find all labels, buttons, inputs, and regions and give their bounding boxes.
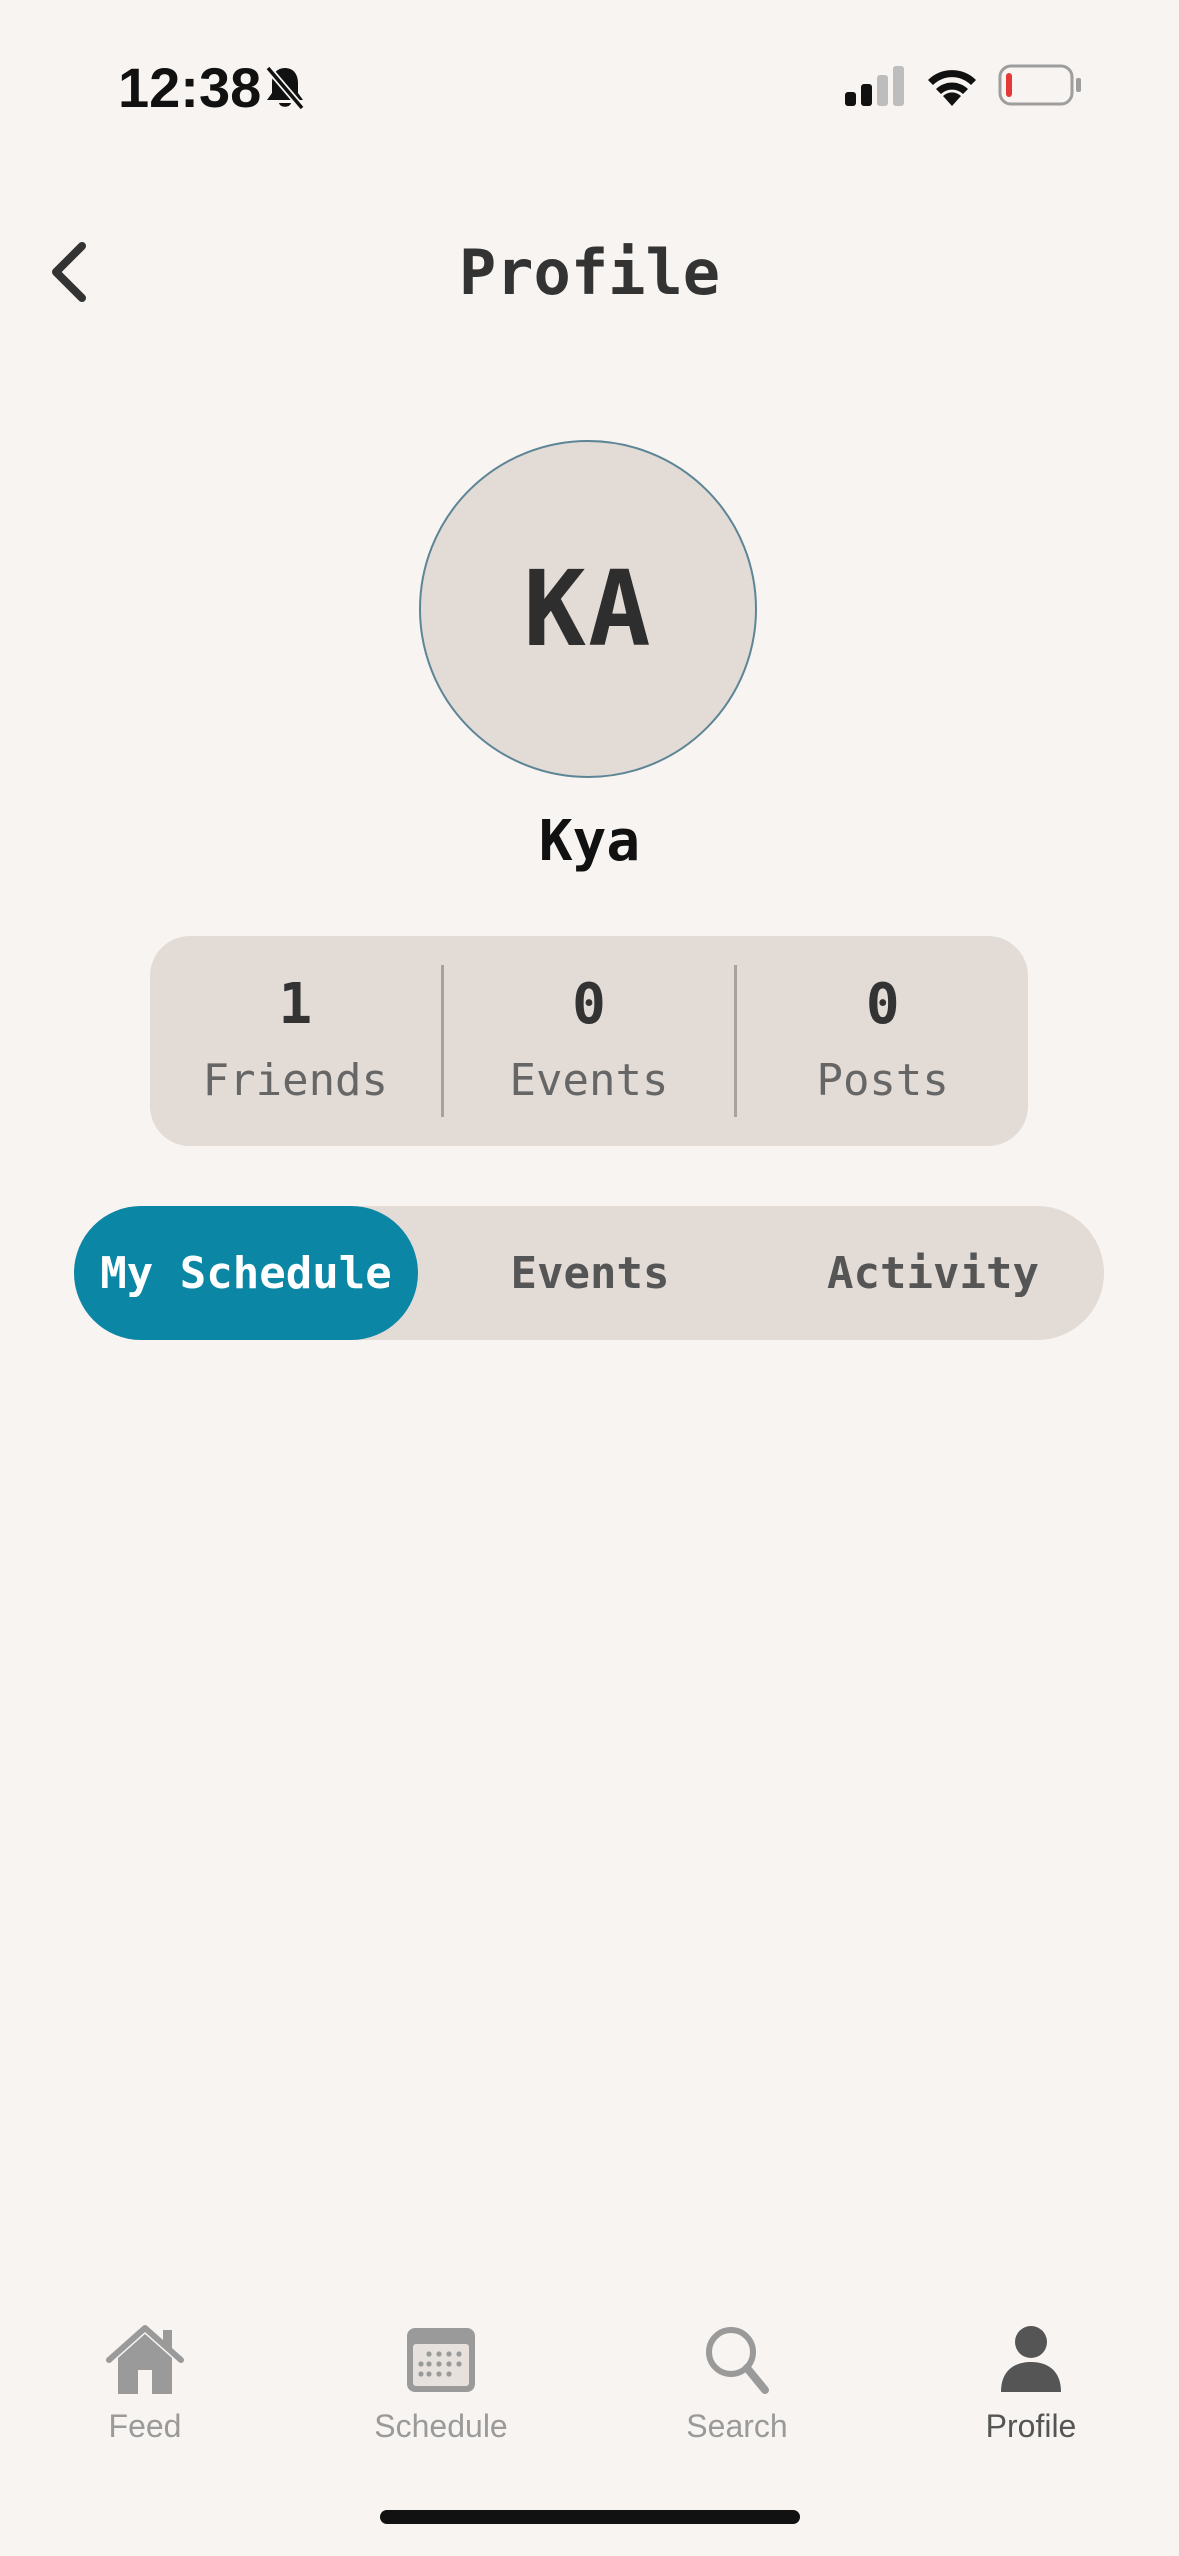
profile-screen: 12:38 Profile KA Kya 1 Friends 0 Events … [0,0,1179,2556]
avatar: KA [419,440,757,778]
bell-slash-icon [265,65,305,111]
nav-label: Profile [985,2408,1077,2444]
search-icon [706,2327,769,2394]
home-indicator [380,2510,800,2524]
nav-label: Search [686,2408,788,2444]
stat-label: Friends [202,1055,389,1106]
stat-value: 1 [278,972,313,1037]
status-time: 12:38 [118,56,262,119]
nav-item-feed[interactable]: Feed [25,2320,265,2446]
tab-activity[interactable]: Activity [762,1206,1104,1340]
tab-my-schedule[interactable]: My Schedule [74,1206,418,1340]
profile-name: Kya [538,809,641,874]
avatar-initials: KA [523,548,653,670]
cellular-signal-icon [845,66,904,106]
stat-events[interactable]: 0 Events [444,936,735,1146]
home-icon [106,2325,184,2394]
stat-posts[interactable]: 0 Posts [737,936,1028,1146]
battery-low-icon [998,64,1081,106]
stat-label: Events [509,1055,669,1106]
profile-tabs: My Schedule Events Activity [74,1206,1104,1340]
nav-item-search[interactable]: Search [617,2320,857,2446]
stat-value: 0 [865,972,900,1037]
nav-label: Schedule [374,2408,508,2444]
tab-events[interactable]: Events [418,1206,762,1340]
calendar-icon [407,2328,475,2392]
stat-friends[interactable]: 1 Friends [150,936,441,1146]
page-title: Profile [458,236,721,309]
stat-label: Posts [816,1055,949,1106]
bottom-nav: Feed Schedule Search Profile [0,2300,1179,2460]
person-icon [1001,2326,1061,2392]
wifi-icon [928,70,976,106]
nav-item-profile[interactable]: Profile [911,2320,1151,2446]
stat-value: 0 [572,972,606,1037]
stats-card: 1 Friends 0 Events 0 Posts [150,936,1028,1146]
nav-label: Feed [108,2408,182,2444]
nav-item-schedule[interactable]: Schedule [321,2320,561,2446]
